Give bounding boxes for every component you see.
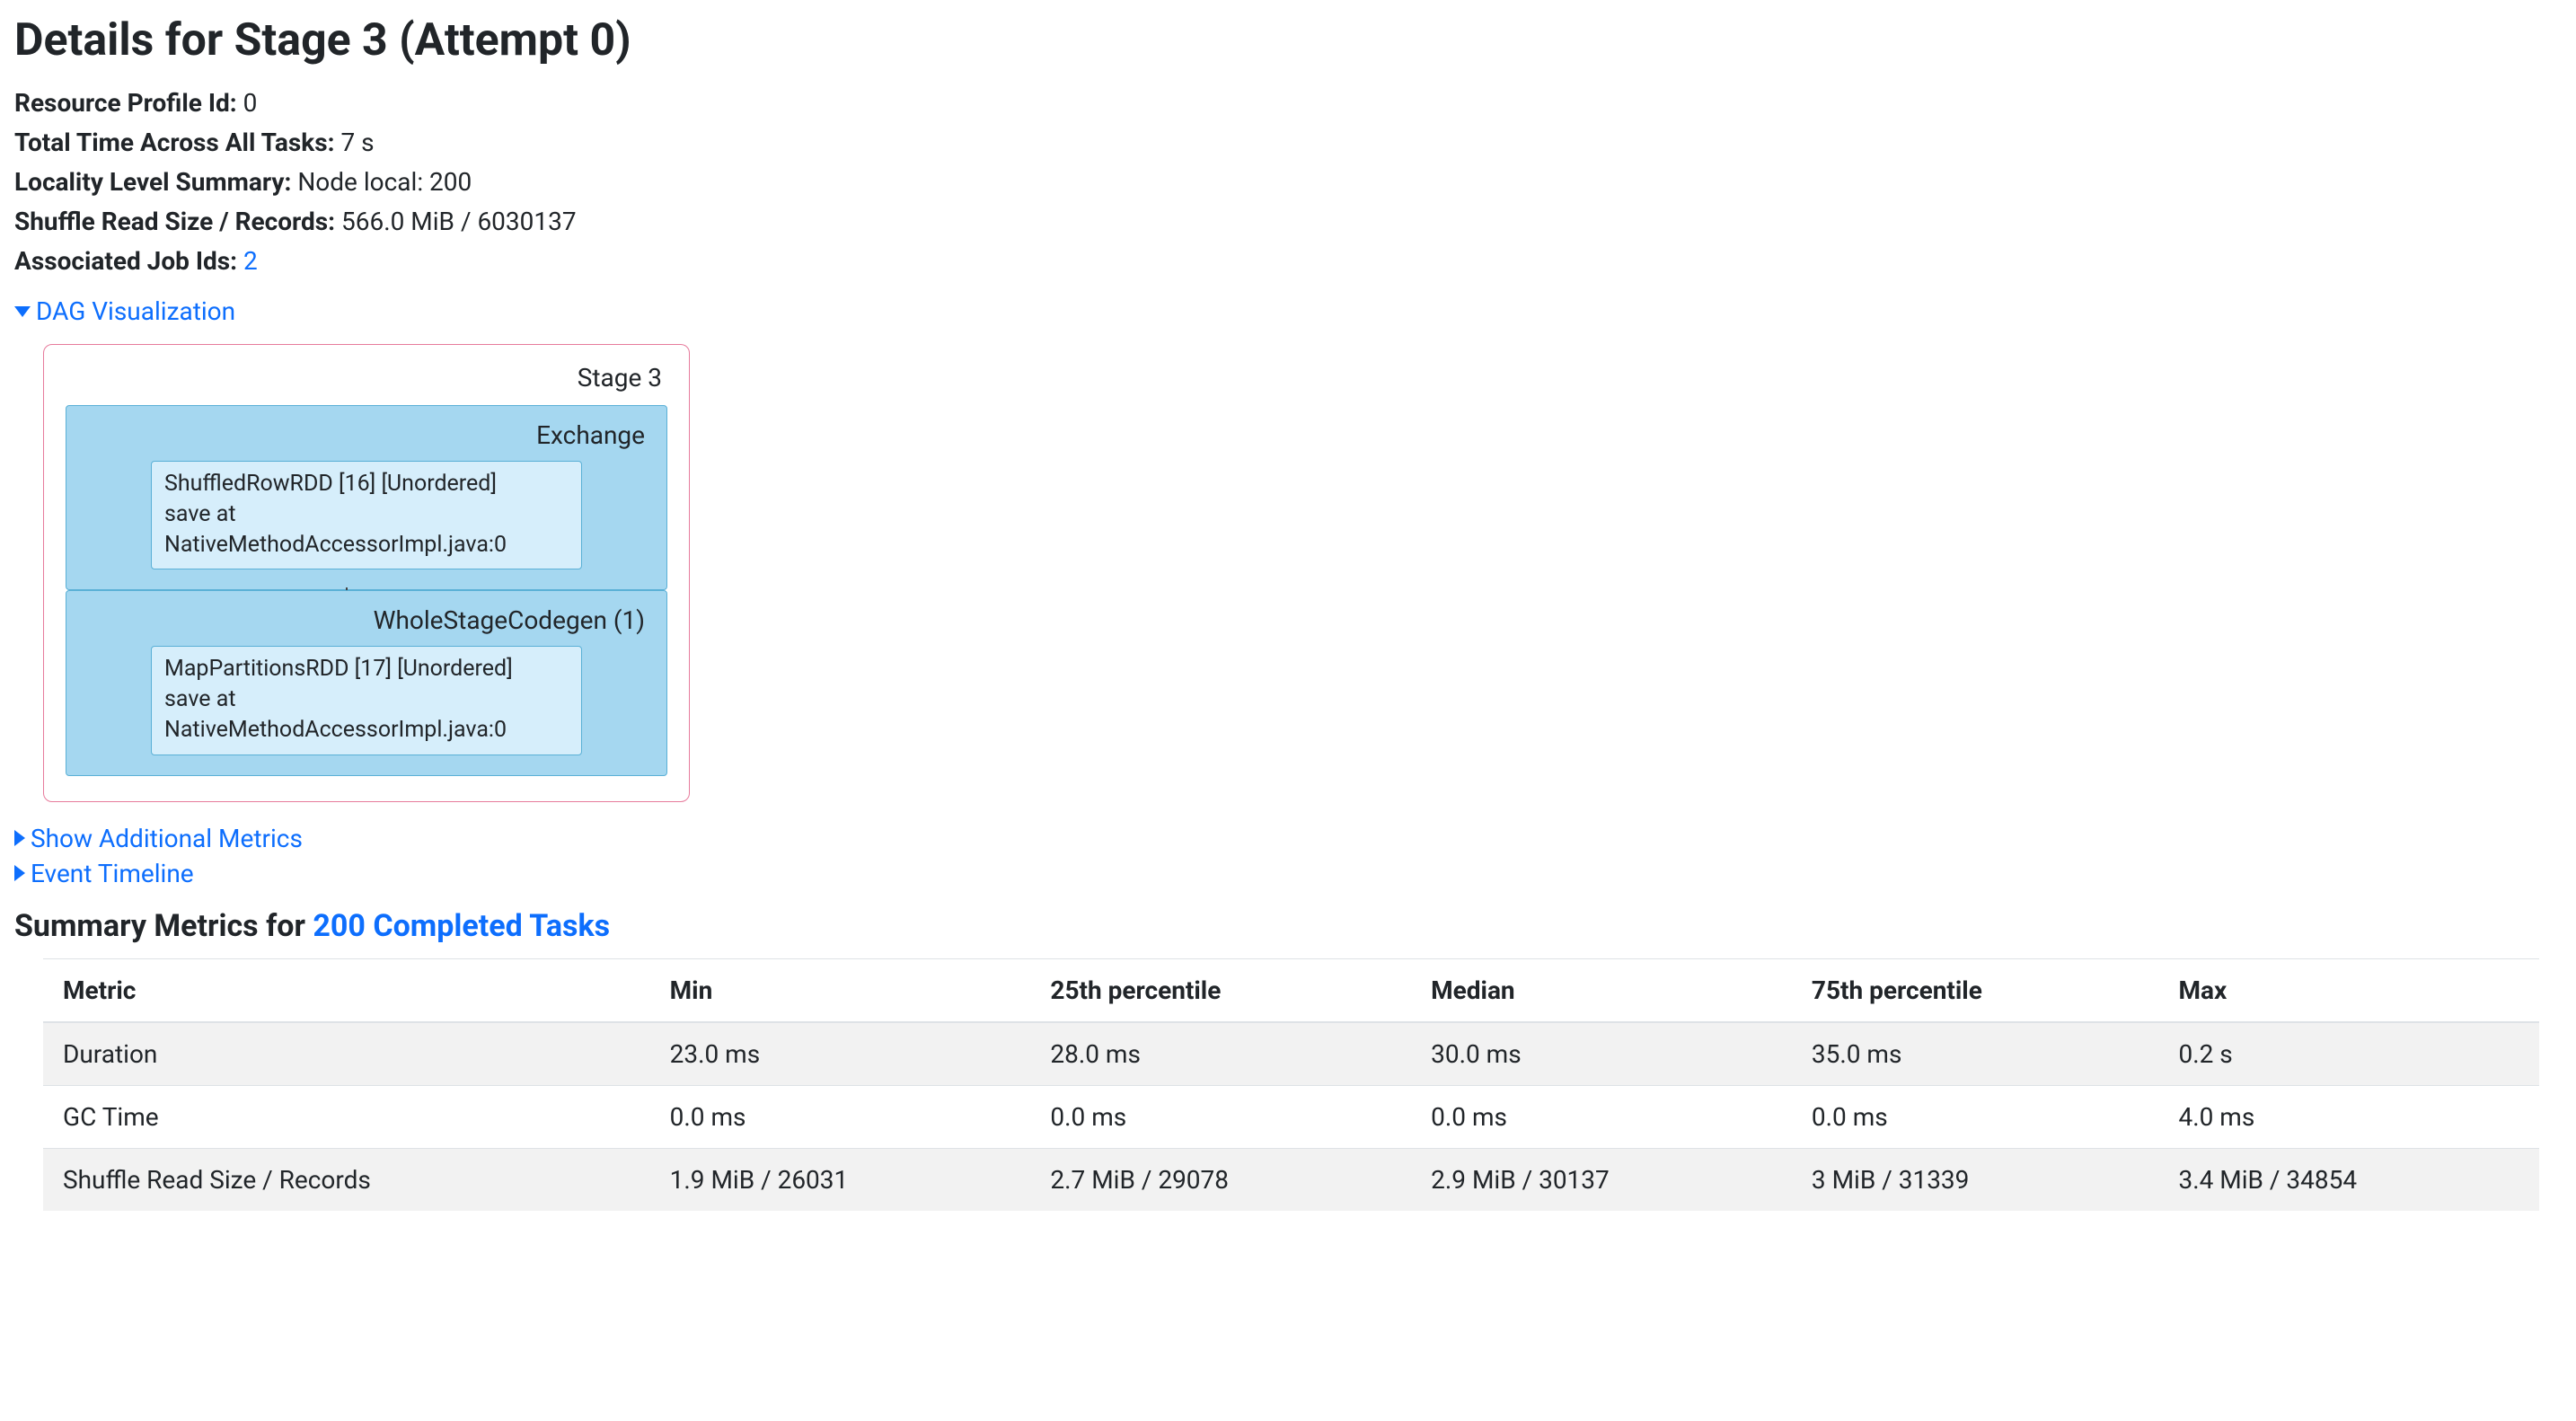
- cell: 0.0 ms: [650, 1085, 1031, 1148]
- cell: 23.0 ms: [650, 1022, 1031, 1086]
- info-total-time: Total Time Across All Tasks: 7 s: [14, 124, 2562, 162]
- info-associated-jobs: Associated Job Ids: 2: [14, 243, 2562, 280]
- info-label: Associated Job Ids:: [14, 246, 237, 276]
- info-locality: Locality Level Summary: Node local: 200: [14, 163, 2562, 201]
- col-75th[interactable]: 75th percentile: [1792, 958, 2159, 1022]
- dag-group-codegen: WholeStageCodegen (1) MapPartitionsRDD […: [66, 590, 667, 775]
- associated-job-link[interactable]: 2: [243, 246, 258, 276]
- cell: 4.0 ms: [2158, 1085, 2539, 1148]
- cell: 0.0 ms: [1411, 1085, 1792, 1148]
- info-shuffle-read: Shuffle Read Size / Records: 566.0 MiB /…: [14, 203, 2562, 241]
- cell: 1.9 MiB / 26031: [650, 1148, 1031, 1211]
- cell: 0.2 s: [2158, 1022, 2539, 1086]
- dag-visualization-toggle[interactable]: DAG Visualization: [14, 296, 2562, 326]
- cell: 2.9 MiB / 30137: [1411, 1148, 1792, 1211]
- cell: 3 MiB / 31339: [1792, 1148, 2159, 1211]
- table-header-row: Metric Min 25th percentile Median 75th p…: [43, 958, 2539, 1022]
- summary-metrics-heading: Summary Metrics for 200 Completed Tasks: [14, 908, 2562, 944]
- dag-node-line: save at NativeMethodAccessorImpl.java:0: [164, 499, 569, 560]
- dag-node[interactable]: ShuffledRowRDD [16] [Unordered] save at …: [151, 461, 582, 569]
- cell: Duration: [43, 1022, 650, 1086]
- dag-node[interactable]: MapPartitionsRDD [17] [Unordered] save a…: [151, 646, 582, 755]
- summary-metrics-table: Metric Min 25th percentile Median 75th p…: [43, 958, 2539, 1211]
- completed-tasks-link[interactable]: 200 Completed Tasks: [313, 908, 610, 944]
- caret-down-icon: [14, 306, 31, 317]
- dag-group-label: WholeStageCodegen (1): [84, 605, 648, 635]
- dag-stage-label: Stage 3: [66, 363, 667, 393]
- info-label: Locality Level Summary:: [14, 167, 291, 197]
- expander-label: Event Timeline: [31, 859, 194, 888]
- info-label: Resource Profile Id:: [14, 88, 237, 118]
- info-resource-profile: Resource Profile Id: 0: [14, 84, 2562, 122]
- stage-info-list: Resource Profile Id: 0 Total Time Across…: [14, 84, 2562, 280]
- dag-visualization: Stage 3 Exchange ShuffledRowRDD [16] [Un…: [43, 344, 690, 802]
- caret-right-icon: [14, 830, 25, 846]
- caret-right-icon: [14, 865, 25, 881]
- dag-node-line: ShuffledRowRDD [16] [Unordered]: [164, 469, 569, 499]
- cell: 28.0 ms: [1030, 1022, 1411, 1086]
- dag-group-exchange: Exchange ShuffledRowRDD [16] [Unordered]…: [66, 405, 667, 590]
- table-row: Shuffle Read Size / Records 1.9 MiB / 26…: [43, 1148, 2539, 1211]
- info-label: Shuffle Read Size / Records:: [14, 207, 335, 236]
- cell: 0.0 ms: [1792, 1085, 2159, 1148]
- dag-node-line: MapPartitionsRDD [17] [Unordered]: [164, 654, 569, 684]
- col-max[interactable]: Max: [2158, 958, 2539, 1022]
- page-title: Details for Stage 3 (Attempt 0): [14, 14, 2562, 66]
- col-25th[interactable]: 25th percentile: [1030, 958, 1411, 1022]
- cell: 0.0 ms: [1030, 1085, 1411, 1148]
- event-timeline-toggle[interactable]: Event Timeline: [14, 859, 2562, 888]
- expander-label: Show Additional Metrics: [31, 824, 303, 853]
- cell: GC Time: [43, 1085, 650, 1148]
- info-value: 7 s: [340, 128, 374, 157]
- info-value: 0: [243, 88, 258, 118]
- info-value: Node local: 200: [297, 167, 472, 197]
- cell: 30.0 ms: [1411, 1022, 1792, 1086]
- col-metric[interactable]: Metric: [43, 958, 650, 1022]
- show-additional-metrics-toggle[interactable]: Show Additional Metrics: [14, 824, 2562, 853]
- dag-node-line: save at NativeMethodAccessorImpl.java:0: [164, 684, 569, 746]
- cell: 3.4 MiB / 34854: [2158, 1148, 2539, 1211]
- col-min[interactable]: Min: [650, 958, 1031, 1022]
- info-label: Total Time Across All Tasks:: [14, 128, 335, 157]
- cell: 35.0 ms: [1792, 1022, 2159, 1086]
- info-value: 566.0 MiB / 6030137: [341, 207, 577, 236]
- heading-prefix: Summary Metrics for: [14, 908, 313, 944]
- expander-label: DAG Visualization: [36, 296, 235, 326]
- cell: 2.7 MiB / 29078: [1030, 1148, 1411, 1211]
- cell: Shuffle Read Size / Records: [43, 1148, 650, 1211]
- table-row: Duration 23.0 ms 28.0 ms 30.0 ms 35.0 ms…: [43, 1022, 2539, 1086]
- col-median[interactable]: Median: [1411, 958, 1792, 1022]
- table-row: GC Time 0.0 ms 0.0 ms 0.0 ms 0.0 ms 4.0 …: [43, 1085, 2539, 1148]
- dag-group-label: Exchange: [84, 420, 648, 450]
